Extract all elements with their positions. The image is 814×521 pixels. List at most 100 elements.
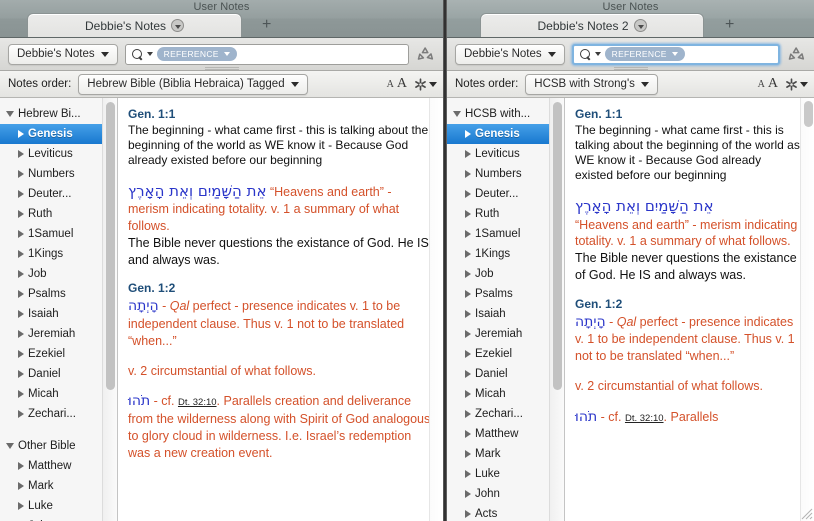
- disclosure-triangle-right-icon[interactable]: [18, 150, 24, 158]
- sidebar-item-leviticus[interactable]: Leviticus: [0, 144, 117, 164]
- sidebar-item-micah[interactable]: Micah: [447, 384, 564, 404]
- sidebar-scrollbar-right[interactable]: [549, 98, 564, 521]
- disclosure-triangle-right-icon[interactable]: [465, 350, 471, 358]
- disclosure-triangle-right-icon[interactable]: [18, 170, 24, 178]
- recycle-icon[interactable]: [416, 45, 435, 64]
- notes-content-right[interactable]: Gen. 1:1 The beginning - what came first…: [565, 98, 814, 521]
- notes-order-select-right[interactable]: HCSB with Strong's: [525, 74, 658, 95]
- tree-group-hcsb[interactable]: HCSB with...: [447, 104, 564, 124]
- disclosure-triangle-right-icon[interactable]: [465, 250, 471, 258]
- disclosure-triangle-right-icon[interactable]: [465, 430, 471, 438]
- disclosure-triangle-right-icon[interactable]: [18, 210, 24, 218]
- sidebar-item-ruth[interactable]: Ruth: [447, 204, 564, 224]
- disclosure-triangle-right-icon[interactable]: [465, 170, 471, 178]
- sidebar-item-1kings[interactable]: 1Kings: [0, 244, 117, 264]
- disclosure-triangle-right-icon[interactable]: [18, 290, 24, 298]
- disclosure-triangle-right-icon[interactable]: [465, 190, 471, 198]
- scripture-reference-link[interactable]: Dt. 32:10: [625, 413, 664, 424]
- sidebar-item-daniel[interactable]: Daniel: [447, 364, 564, 384]
- window-resize-grip[interactable]: [799, 506, 813, 520]
- sidebar-item-jeremiah[interactable]: Jeremiah: [0, 324, 117, 344]
- disclosure-triangle-right-icon[interactable]: [18, 390, 24, 398]
- disclosure-triangle-right-icon[interactable]: [465, 370, 471, 378]
- sidebar-item-matthew[interactable]: Matthew: [447, 424, 564, 444]
- disclosure-triangle-right-icon[interactable]: [18, 502, 24, 510]
- tab-debbies-notes[interactable]: Debbie's Notes: [27, 13, 242, 37]
- disclosure-triangle-right-icon[interactable]: [465, 230, 471, 238]
- notes-source-button-left[interactable]: Debbie's Notes: [8, 44, 118, 65]
- reference-token[interactable]: REFERENCE: [605, 47, 685, 61]
- disclosure-triangle-down-icon[interactable]: [6, 443, 14, 449]
- tab-debbies-notes-2[interactable]: Debbie's Notes 2: [480, 13, 704, 37]
- disclosure-triangle-right-icon[interactable]: [18, 410, 24, 418]
- scrollbar-thumb[interactable]: [804, 101, 813, 127]
- disclosure-triangle-right-icon[interactable]: [465, 210, 471, 218]
- disclosure-triangle-right-icon[interactable]: [465, 330, 471, 338]
- sidebar-item-1samuel[interactable]: 1Samuel: [0, 224, 117, 244]
- disclosure-triangle-right-icon[interactable]: [465, 510, 471, 518]
- font-size-control-left[interactable]: A A: [387, 76, 407, 92]
- notes-content-left[interactable]: Gen. 1:1 The beginning - what came first…: [118, 98, 443, 521]
- font-larger-button[interactable]: A: [768, 76, 778, 92]
- sidebar-item-1samuel[interactable]: 1Samuel: [447, 224, 564, 244]
- search-input-right[interactable]: REFERENCE: [572, 44, 780, 65]
- search-input-left[interactable]: REFERENCE: [125, 44, 409, 65]
- sidebar-item-psalms[interactable]: Psalms: [447, 284, 564, 304]
- sidebar-item-acts[interactable]: Acts: [447, 504, 564, 521]
- search-options-chevron-icon[interactable]: [595, 52, 601, 56]
- scrollbar-thumb[interactable]: [553, 102, 562, 390]
- disclosure-triangle-right-icon[interactable]: [465, 290, 471, 298]
- sidebar-item-zechariah[interactable]: Zechari...: [0, 404, 117, 424]
- font-smaller-button[interactable]: A: [387, 79, 394, 90]
- sidebar-item-luke[interactable]: Luke: [0, 496, 117, 516]
- notes-scrollbar-left[interactable]: [429, 98, 443, 521]
- notes-source-button-right[interactable]: Debbie's Notes: [455, 44, 565, 65]
- sidebar-item-zechariah[interactable]: Zechari...: [447, 404, 564, 424]
- disclosure-triangle-right-icon[interactable]: [18, 330, 24, 338]
- sidebar-item-job[interactable]: Job: [0, 264, 117, 284]
- sidebar-item-genesis[interactable]: Genesis: [0, 124, 117, 144]
- sidebar-item-job[interactable]: Job: [447, 264, 564, 284]
- disclosure-triangle-right-icon[interactable]: [465, 450, 471, 458]
- disclosure-triangle-right-icon[interactable]: [18, 370, 24, 378]
- recycle-icon[interactable]: [787, 45, 806, 64]
- disclosure-triangle-right-icon[interactable]: [18, 190, 24, 198]
- disclosure-triangle-right-icon[interactable]: [18, 270, 24, 278]
- sidebar-item-leviticus[interactable]: Leviticus: [447, 144, 564, 164]
- gear-icon[interactable]: [414, 78, 437, 91]
- disclosure-triangle-right-icon[interactable]: [18, 462, 24, 470]
- font-larger-button[interactable]: A: [397, 76, 407, 92]
- disclosure-triangle-right-icon[interactable]: [465, 390, 471, 398]
- sidebar-item-psalms[interactable]: Psalms: [0, 284, 117, 304]
- sidebar-scrollbar-left[interactable]: [102, 98, 117, 521]
- sidebar-item-john[interactable]: John: [447, 484, 564, 504]
- sidebar-item-john[interactable]: John: [0, 516, 117, 521]
- sidebar-item-daniel[interactable]: Daniel: [0, 364, 117, 384]
- book-tree-left[interactable]: Hebrew Bi... Genesis Leviticus Numbers: [0, 98, 118, 521]
- tree-group-other-bible[interactable]: Other Bible: [0, 436, 117, 456]
- disclosure-triangle-right-icon[interactable]: [18, 130, 24, 138]
- disclosure-triangle-right-icon[interactable]: [465, 150, 471, 158]
- sidebar-item-deuteronomy[interactable]: Deuter...: [447, 184, 564, 204]
- gear-icon[interactable]: [785, 78, 808, 91]
- tree-group-hebrew-bible[interactable]: Hebrew Bi...: [0, 104, 117, 124]
- sidebar-item-genesis[interactable]: Genesis: [447, 124, 564, 144]
- chevron-down-icon[interactable]: [171, 19, 184, 32]
- sidebar-item-jeremiah[interactable]: Jeremiah: [447, 324, 564, 344]
- disclosure-triangle-right-icon[interactable]: [465, 470, 471, 478]
- sidebar-item-micah[interactable]: Micah: [0, 384, 117, 404]
- disclosure-triangle-right-icon[interactable]: [18, 482, 24, 490]
- sidebar-item-ezekiel[interactable]: Ezekiel: [0, 344, 117, 364]
- sidebar-item-isaiah[interactable]: Isaiah: [0, 304, 117, 324]
- disclosure-triangle-down-icon[interactable]: [6, 111, 14, 117]
- sidebar-item-mark[interactable]: Mark: [0, 476, 117, 496]
- sidebar-item-numbers[interactable]: Numbers: [447, 164, 564, 184]
- scripture-reference-link[interactable]: Dt. 32:10: [178, 397, 217, 408]
- notes-scrollbar-right[interactable]: [800, 98, 814, 521]
- notes-order-select-left[interactable]: Hebrew Bible (Biblia Hebraica) Tagged: [78, 74, 307, 95]
- disclosure-triangle-right-icon[interactable]: [465, 410, 471, 418]
- disclosure-triangle-right-icon[interactable]: [465, 490, 471, 498]
- sidebar-item-numbers[interactable]: Numbers: [0, 164, 117, 184]
- reference-token[interactable]: REFERENCE: [157, 47, 237, 61]
- sidebar-item-1kings[interactable]: 1Kings: [447, 244, 564, 264]
